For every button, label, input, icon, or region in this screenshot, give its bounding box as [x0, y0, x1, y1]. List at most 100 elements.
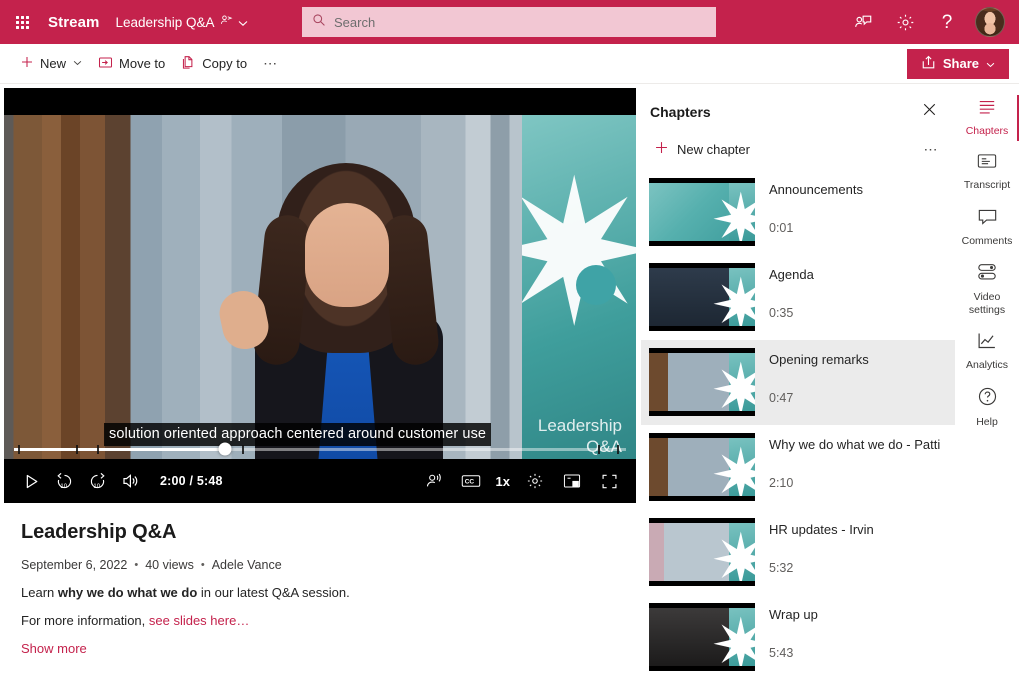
- progress-scrubber-handle[interactable]: [218, 442, 232, 456]
- help-icon[interactable]: ?: [927, 0, 967, 44]
- chapter-marker[interactable]: [597, 444, 600, 454]
- shared-person-icon: [220, 14, 233, 30]
- progress-played: [14, 447, 226, 451]
- video-details: Leadership Q&A September 6, 2022 • 40 vi…: [4, 503, 640, 656]
- desc-bold: why we do what we do: [57, 585, 198, 600]
- chapters-panel-actions: New chapter ⋯: [641, 126, 955, 170]
- right-rail: Chapters Transcript Comments Video settings…: [955, 84, 1019, 686]
- starburst-logo-icon: ✷: [711, 270, 755, 326]
- video-player[interactable]: ✷ Leadership Q&A solution oriented appro…: [4, 88, 636, 503]
- share-button[interactable]: Share: [906, 48, 1009, 79]
- rail-item-help[interactable]: Help: [955, 379, 1019, 436]
- chapter-text: Why we do what we do - Patti 2:10: [769, 433, 940, 490]
- slides-link[interactable]: see slides here…: [149, 613, 249, 628]
- closed-captions-icon[interactable]: CC: [456, 466, 486, 496]
- chapter-text: Wrap up 5:43: [769, 603, 818, 660]
- chevron-down-icon: [986, 56, 995, 71]
- video-more-info: For more information, see slides here…: [21, 613, 624, 628]
- video-progress-bar[interactable]: [4, 439, 636, 459]
- move-to-label: Move to: [119, 56, 166, 71]
- new-chapter-button[interactable]: New chapter: [648, 136, 756, 162]
- chapter-thumbnail[interactable]: ✷: [649, 603, 755, 671]
- rail-item-transcript[interactable]: Transcript: [955, 145, 1019, 199]
- starburst-center-dot: [576, 265, 616, 305]
- chapter-name: Opening remarks: [769, 352, 869, 367]
- rail-item-comments[interactable]: Comments: [955, 200, 1019, 255]
- chapter-row[interactable]: ✷ Agenda 0:35: [641, 255, 955, 340]
- brand-stream[interactable]: Stream: [44, 14, 109, 31]
- new-button[interactable]: New: [12, 48, 90, 80]
- chapter-row[interactable]: ✷ HR updates - Irvin 5:32: [641, 510, 955, 595]
- chapter-marker[interactable]: [75, 444, 78, 454]
- playback-speed-button[interactable]: 1x: [493, 474, 513, 489]
- video-settings-icon: [976, 262, 998, 287]
- rail-item-video-settings[interactable]: Video settings: [955, 255, 1019, 324]
- author-name: Adele Vance: [211, 558, 282, 572]
- close-icon[interactable]: [918, 98, 941, 126]
- play-icon[interactable]: [16, 466, 46, 496]
- command-overflow-button[interactable]: ⋯: [255, 55, 287, 72]
- chapters-icon: [976, 98, 998, 121]
- forward-10-icon[interactable]: 10: [82, 466, 112, 496]
- command-bar: New Move to Copy to ⋯ Share: [0, 44, 1019, 84]
- noise-suppression-icon[interactable]: [419, 466, 449, 496]
- picture-in-picture-icon[interactable]: [557, 466, 587, 496]
- document-title-menu[interactable]: Leadership Q&A: [109, 14, 253, 30]
- view-count: 40 views: [145, 558, 194, 572]
- chapter-name: HR updates - Irvin: [769, 522, 874, 537]
- meta-separator: •: [134, 559, 139, 571]
- user-avatar[interactable]: [975, 7, 1005, 37]
- rewind-10-icon[interactable]: 10: [49, 466, 79, 496]
- chapter-marker[interactable]: [96, 444, 99, 454]
- app-launcher-waffle-icon[interactable]: [0, 0, 44, 44]
- search-box[interactable]: [302, 7, 716, 37]
- search-input[interactable]: [334, 14, 706, 30]
- starburst-logo-icon: ✷: [711, 185, 755, 241]
- chapter-row[interactable]: ✷ Wrap up 5:43: [641, 595, 955, 680]
- chapter-marker[interactable]: [17, 444, 20, 454]
- svg-text:CC: CC: [464, 479, 474, 486]
- chapter-marker[interactable]: [617, 444, 620, 454]
- chapter-timestamp: 0:47: [769, 391, 794, 406]
- rail-item-analytics[interactable]: Analytics: [955, 324, 1019, 379]
- move-to-icon: [98, 55, 113, 73]
- move-to-button[interactable]: Move to: [90, 48, 173, 80]
- svg-text:10: 10: [93, 482, 100, 489]
- copy-to-label: Copy to: [202, 56, 248, 71]
- chapter-thumbnail[interactable]: ✷: [649, 263, 755, 331]
- rail-item-label: Transcript: [963, 179, 1011, 192]
- rail-item-chapters[interactable]: Chapters: [955, 91, 1019, 145]
- chapter-marker[interactable]: [241, 444, 244, 454]
- starburst-logo-icon: ✷: [522, 143, 636, 366]
- chapter-thumbnail[interactable]: ✷: [649, 518, 755, 586]
- chapter-thumbnail-image: ✷: [649, 183, 755, 241]
- gear-icon[interactable]: [885, 0, 925, 44]
- new-label: New: [40, 56, 67, 71]
- video-meta: September 6, 2022 • 40 views • Adele Van…: [21, 558, 624, 572]
- chapter-row[interactable]: ✷ Announcements 0:01: [641, 170, 955, 255]
- fullscreen-icon[interactable]: [594, 466, 624, 496]
- overlay-line-1: Leadership: [537, 416, 622, 436]
- comments-icon: [977, 207, 998, 231]
- chapter-thumbnail[interactable]: ✷: [649, 348, 755, 416]
- chapter-thumbnail-image: ✷: [649, 353, 755, 411]
- plus-icon: [654, 140, 669, 158]
- chapter-thumbnail[interactable]: ✷: [649, 433, 755, 501]
- chapter-row[interactable]: ✷ Why we do what we do - Patti 2:10: [641, 425, 955, 510]
- chapter-timestamp: 2:10: [769, 476, 794, 491]
- document-title: Leadership Q&A: [115, 14, 215, 30]
- page-title: Leadership Q&A: [21, 521, 177, 543]
- settings-gear-icon[interactable]: [520, 466, 550, 496]
- people-share-icon[interactable]: [843, 0, 883, 44]
- volume-icon[interactable]: [115, 466, 145, 496]
- copy-to-button[interactable]: Copy to: [173, 48, 255, 80]
- show-more-button[interactable]: Show more: [21, 641, 624, 656]
- chapters-overflow-button[interactable]: ⋯: [924, 141, 940, 158]
- rail-item-label: Video settings: [968, 291, 1006, 316]
- progress-track[interactable]: [14, 442, 626, 456]
- chapter-thumbnail[interactable]: ✷: [649, 178, 755, 246]
- chapter-timestamp: 0:35: [769, 306, 794, 321]
- chapter-list[interactable]: ✷Announcements0:01✷Agenda0:35✷Opening re…: [641, 170, 955, 686]
- chapter-row[interactable]: ✷ Opening remarks 0:47: [641, 340, 955, 425]
- video-column: ✷ Leadership Q&A solution oriented appro…: [0, 84, 640, 686]
